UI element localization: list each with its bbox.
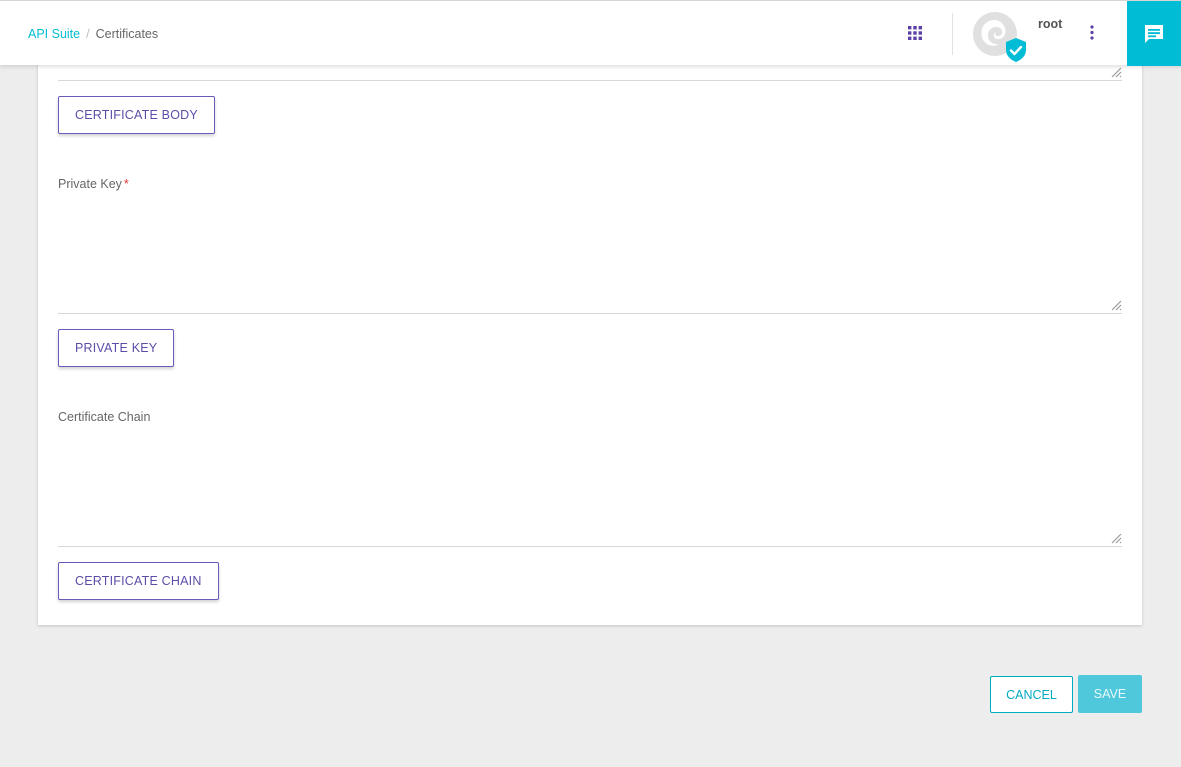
required-marker: *: [123, 177, 129, 191]
breadcrumb-current: Certificates: [95, 27, 159, 41]
certificate-chain-textarea-wrapper: [58, 431, 1122, 547]
breadcrumb: API Suite / Certificates: [28, 27, 158, 41]
resize-grip-icon[interactable]: [1109, 531, 1122, 544]
resize-grip-icon[interactable]: [1109, 298, 1122, 311]
avatar[interactable]: [972, 12, 1028, 64]
certificate-chain-button[interactable]: CERTIFICATE CHAIN: [58, 562, 219, 600]
avatar-verified-icon: [973, 12, 1026, 62]
certificate-form-card: CERTIFICATE BODY Private Key * PRIVATE KE…: [38, 30, 1142, 625]
certificate-chain-textarea[interactable]: [58, 431, 1122, 546]
chat-button[interactable]: [1127, 1, 1181, 66]
private-key-label: Private Key *: [58, 177, 129, 191]
save-button[interactable]: SAVE: [1078, 675, 1142, 713]
resize-grip-icon[interactable]: [1109, 65, 1122, 78]
certificate-chain-label: Certificate Chain: [58, 410, 151, 424]
top-app-bar: API Suite / Certificates root: [0, 0, 1181, 66]
certificate-body-button[interactable]: CERTIFICATE BODY: [58, 96, 215, 134]
cancel-button[interactable]: CANCEL: [990, 676, 1073, 713]
certificate-chain-underline: [58, 546, 1122, 547]
certificate-body-underline: [58, 80, 1122, 81]
private-key-textarea[interactable]: [58, 198, 1122, 313]
private-key-textarea-wrapper: [58, 198, 1122, 314]
private-key-button[interactable]: PRIVATE KEY: [58, 329, 175, 367]
grid-apps-icon[interactable]: [907, 25, 923, 41]
breadcrumb-link-api-suite[interactable]: API Suite: [28, 27, 80, 41]
breadcrumb-separator: /: [86, 27, 90, 41]
more-vertical-icon[interactable]: [1084, 24, 1100, 42]
chat-message-icon: [1145, 24, 1163, 43]
private-key-underline: [58, 313, 1122, 314]
username: root: [1038, 17, 1063, 31]
private-key-label-text: Private Key: [58, 177, 122, 191]
header-divider: [952, 13, 953, 55]
